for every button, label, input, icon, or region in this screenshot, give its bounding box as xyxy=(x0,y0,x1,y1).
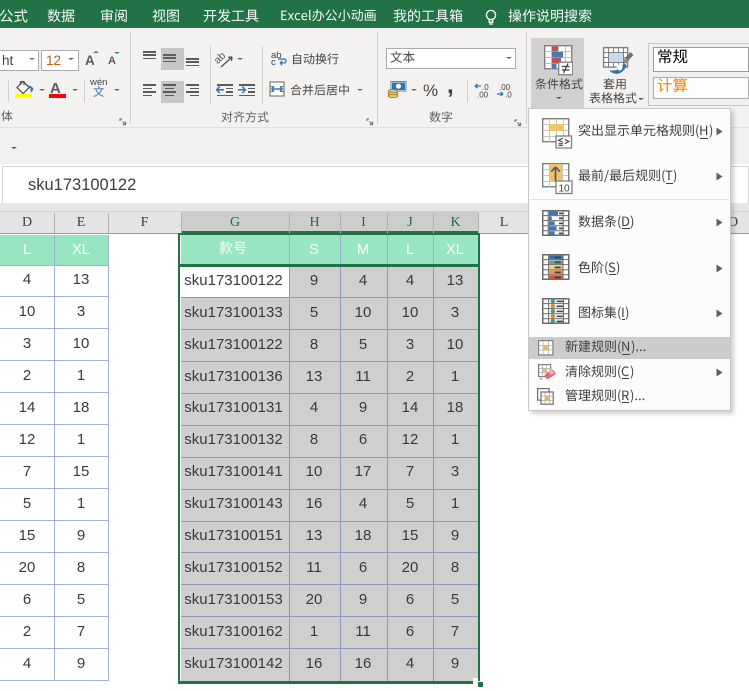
svg-text:.00: .00 xyxy=(477,91,489,99)
svg-text:.0: .0 xyxy=(505,91,512,99)
svg-text:ab: ab xyxy=(214,50,228,67)
svg-text:10: 10 xyxy=(559,184,571,195)
